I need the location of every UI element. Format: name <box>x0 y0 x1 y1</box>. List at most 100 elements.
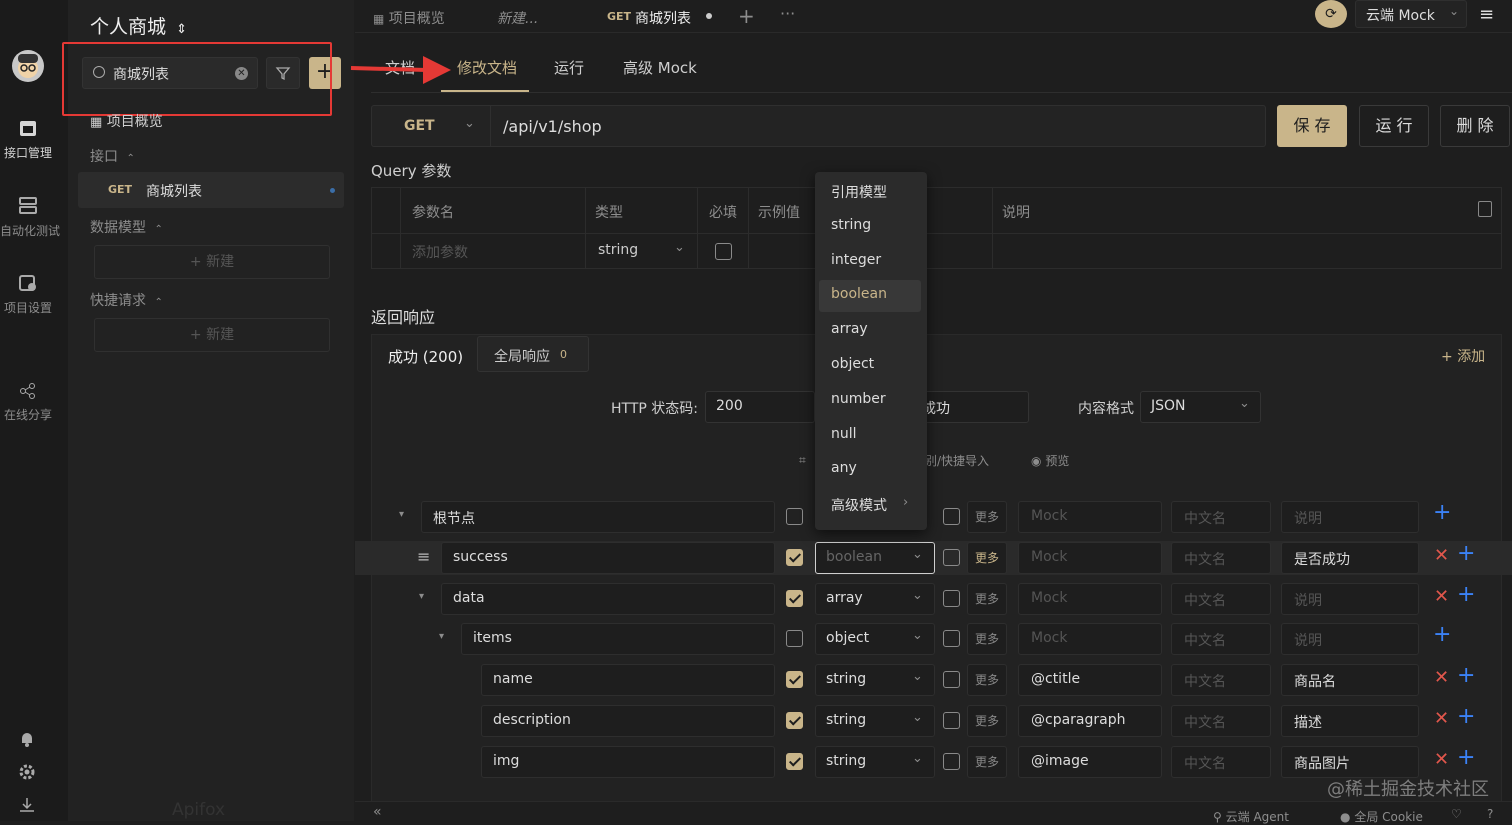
nullable-checkbox[interactable] <box>943 712 960 729</box>
download-icon[interactable] <box>18 796 36 814</box>
delete-row-icon[interactable]: ✕ <box>1434 586 1449 607</box>
cookie-status[interactable]: ● 全局 Cookie <box>1340 808 1423 825</box>
nullable-checkbox[interactable] <box>943 508 960 525</box>
menu-icon[interactable]: ≡ <box>1479 4 1494 25</box>
required-checkbox[interactable] <box>715 243 732 260</box>
type-option[interactable]: any <box>819 454 921 486</box>
tab-success[interactable]: 成功 (200) <box>388 346 463 367</box>
type-option[interactable]: array <box>819 315 921 347</box>
rail-item-settings[interactable]: 项目设置 <box>0 273 56 316</box>
delete-button[interactable]: 删 除 <box>1440 105 1510 147</box>
desc-input[interactable]: 说明 <box>1281 582 1419 615</box>
field-type-select[interactable]: boolean ⌄ <box>815 541 935 574</box>
type-option[interactable]: 高级模式 › <box>819 489 921 521</box>
required-checkbox[interactable] <box>786 671 803 689</box>
tab-overview[interactable]: ▦ 项目概览 <box>373 8 445 28</box>
type-option[interactable]: null <box>819 420 921 452</box>
type-option[interactable]: integer <box>819 246 921 278</box>
cn-name-input[interactable]: 中文名 <box>1171 623 1271 656</box>
method-select[interactable]: GET ⌄ <box>371 105 491 147</box>
nullable-checkbox[interactable] <box>943 752 960 770</box>
new-quick-button[interactable]: + 新建 <box>94 318 330 352</box>
rail-item-share[interactable]: 在线分享 <box>0 382 56 423</box>
nullable-checkbox[interactable] <box>943 589 960 607</box>
drag-handle-icon[interactable]: ≡ <box>417 547 430 566</box>
mock-input[interactable]: @image <box>1018 745 1162 778</box>
new-tab-button[interactable]: + <box>738 4 755 28</box>
edit-icon[interactable] <box>1478 201 1492 217</box>
mock-input[interactable]: @cparagraph <box>1018 705 1162 737</box>
desc-input[interactable]: 商品图片 <box>1281 745 1419 778</box>
rail-item-automation[interactable]: 自动化测试 <box>0 196 60 239</box>
caret-down-icon[interactable]: ▾ <box>399 509 404 520</box>
required-checkbox[interactable] <box>786 712 803 729</box>
agent-status[interactable]: ⚲ 云端 Agent <box>1213 808 1289 825</box>
field-type-select[interactable]: string ⌄ <box>815 745 935 778</box>
caret-down-icon[interactable]: ▾ <box>419 591 424 602</box>
more-button[interactable]: 更多 <box>967 705 1007 737</box>
add-row-icon[interactable]: + <box>1433 622 1451 647</box>
avatar[interactable] <box>12 50 44 82</box>
add-response-button[interactable]: + 添加 <box>1441 346 1485 366</box>
cn-name-input[interactable]: 中文名 <box>1171 541 1271 574</box>
project-switcher[interactable]: 个人商城 ⇕ <box>90 12 187 39</box>
add-row-icon[interactable]: + <box>1457 582 1475 607</box>
param-type-select[interactable]: string <box>598 242 638 258</box>
delete-row-icon[interactable]: ✕ <box>1434 708 1449 729</box>
desc-input[interactable]: 商品名 <box>1281 664 1419 697</box>
cn-name-input[interactable]: 中文名 <box>1171 664 1271 697</box>
sync-icon[interactable]: ⟳ <box>1315 0 1347 28</box>
gear-icon[interactable] <box>18 763 36 781</box>
tab-new[interactable]: 新建... <box>497 8 538 28</box>
url-input[interactable]: /api/v1/shop <box>490 105 1266 147</box>
cn-name-input[interactable]: 中文名 <box>1171 582 1271 615</box>
more-button[interactable]: 更多 <box>967 501 1007 533</box>
add-row-icon[interactable]: + <box>1457 541 1475 566</box>
field-type-select[interactable]: string ⌄ <box>815 664 935 697</box>
delete-row-icon[interactable]: ✕ <box>1434 545 1449 566</box>
status-input[interactable]: 200 <box>705 391 815 423</box>
required-checkbox[interactable] <box>786 589 803 607</box>
desc-input[interactable]: 描述 <box>1281 705 1419 737</box>
new-model-button[interactable]: + 新建 <box>94 245 330 279</box>
field-name-input[interactable]: name <box>481 664 775 697</box>
more-button[interactable]: 更多 <box>967 541 1007 574</box>
add-row-icon[interactable]: + <box>1457 704 1475 729</box>
more-button[interactable]: 更多 <box>967 582 1007 615</box>
type-option[interactable]: 引用模型 <box>819 176 921 208</box>
required-checkbox[interactable] <box>786 752 803 770</box>
scan-icon[interactable]: ⌗ <box>799 453 806 468</box>
field-name-input[interactable]: img <box>481 745 775 778</box>
sidebar-item-api[interactable]: GET 商城列表 <box>78 172 344 208</box>
add-row-icon[interactable]: + <box>1457 663 1475 688</box>
subtab-run[interactable]: 运行 <box>554 57 584 78</box>
delete-row-icon[interactable]: ✕ <box>1434 667 1449 688</box>
cn-name-input[interactable]: 中文名 <box>1171 501 1271 533</box>
section-api[interactable]: 接口 ⌃ <box>90 146 135 166</box>
field-name-input[interactable]: items <box>461 623 775 656</box>
section-quick[interactable]: 快捷请求 ⌃ <box>90 290 163 310</box>
delete-row-icon[interactable]: ✕ <box>1434 749 1449 770</box>
more-button[interactable]: 更多 <box>967 664 1007 697</box>
nullable-checkbox[interactable] <box>943 671 960 689</box>
more-tabs-button[interactable]: ··· <box>780 4 795 23</box>
more-button[interactable]: 更多 <box>967 745 1007 778</box>
tab-active[interactable]: GET 商城列表 <box>595 0 727 32</box>
save-button[interactable]: 保 存 <box>1277 105 1347 147</box>
format-select[interactable]: JSON ⌄ <box>1140 391 1261 423</box>
field-type-select[interactable]: string ⌄ <box>815 705 935 737</box>
section-models[interactable]: 数据模型 ⌃ <box>90 217 163 237</box>
field-name-input[interactable]: 根节点 <box>421 501 775 533</box>
mock-input[interactable]: Mock <box>1018 623 1162 656</box>
type-option[interactable]: string <box>819 211 921 243</box>
add-row-icon[interactable]: + <box>1457 745 1475 770</box>
mock-input[interactable]: Mock <box>1018 541 1162 574</box>
more-button[interactable]: 更多 <box>967 623 1007 656</box>
field-type-select[interactable]: object ⌄ <box>815 623 935 656</box>
nullable-checkbox[interactable] <box>943 548 960 566</box>
caret-down-icon[interactable]: ▾ <box>439 631 444 642</box>
sidebar-item-overview[interactable]: ▦ 项目概览 <box>90 111 163 131</box>
cn-name-input[interactable]: 中文名 <box>1171 745 1271 778</box>
rail-item-api[interactable]: 接口管理 <box>0 118 56 161</box>
subtab-edit[interactable]: 修改文档 <box>457 57 517 78</box>
